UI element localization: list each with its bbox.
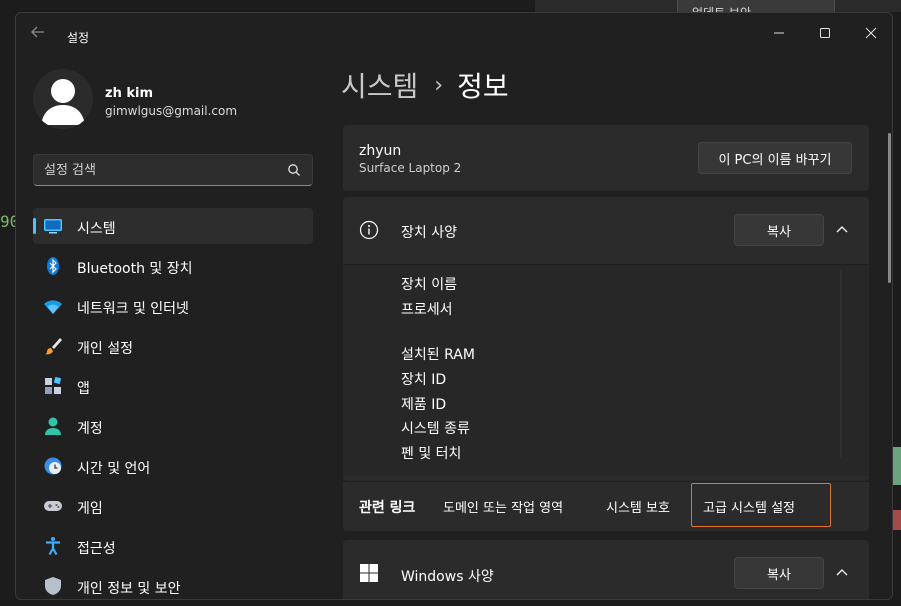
pc-name: zhyun — [359, 143, 402, 159]
search-icon[interactable] — [287, 163, 301, 177]
device-specs-card: 장치 사양 복사 장치 이름 프로세서 설치된 RAM 장치 ID 제품 ID … — [343, 197, 869, 481]
maximize-icon — [820, 28, 830, 38]
sidebar-item-label: 앱 — [77, 381, 90, 397]
windows-logo-icon — [360, 564, 378, 582]
monitor-icon — [44, 219, 62, 234]
sidebar-item-accounts[interactable]: 계정 — [33, 408, 313, 444]
sidebar-item-personalization[interactable]: 개인 설정 — [33, 328, 313, 364]
windows-specs-card[interactable]: Windows 사양 복사 — [343, 540, 869, 599]
link-system-protection[interactable]: 시스템 보호 — [606, 497, 670, 516]
link-advanced-system-settings[interactable]: 고급 시스템 설정 — [703, 497, 795, 516]
maximize-button[interactable] — [802, 19, 848, 47]
profile-name: zh kim — [105, 86, 153, 101]
clock-globe-icon — [44, 457, 62, 475]
bluetooth-icon — [47, 257, 59, 275]
copy-windows-specs-button[interactable]: 복사 — [734, 557, 824, 589]
minimize-button[interactable] — [756, 19, 802, 47]
window-title: 설정 — [67, 31, 90, 45]
main-scrollbar[interactable] — [888, 133, 891, 283]
chevron-up-icon[interactable] — [833, 221, 851, 239]
spec-label-device-name: 장치 이름 — [401, 277, 457, 293]
sidebar-item-label: 네트워크 및 인터넷 — [77, 301, 189, 317]
spec-label-system-type: 시스템 종류 — [401, 421, 470, 437]
copy-device-specs-button[interactable]: 복사 — [734, 214, 824, 246]
person-icon — [45, 417, 61, 435]
sidebar-item-apps[interactable]: 앱 — [33, 368, 313, 404]
sidebar-item-label: 시스템 — [77, 221, 116, 237]
search-box[interactable] — [33, 154, 313, 186]
brush-icon — [45, 338, 62, 355]
breadcrumb-parent[interactable]: 시스템 — [341, 65, 418, 105]
shield-icon — [45, 577, 61, 595]
sidebar-item-gaming[interactable]: 게임 — [33, 488, 313, 524]
back-button[interactable] — [30, 25, 48, 39]
avatar[interactable] — [33, 69, 93, 129]
sidebar-item-privacy[interactable]: 개인 정보 및 보안 — [33, 568, 313, 599]
sidebar-item-label: 접근성 — [77, 541, 116, 557]
profile-email: gimwlgus@gmail.com — [105, 104, 238, 118]
person-silhouette-icon — [41, 79, 85, 125]
pc-name-card: zhyun Surface Laptop 2 이 PC의 이름 바꾸기 — [343, 125, 869, 191]
spec-label-device-id: 장치 ID — [401, 372, 447, 388]
device-specs-title: 장치 사양 — [401, 225, 457, 241]
chevron-up-icon[interactable] — [833, 564, 851, 582]
device-specs-list: 장치 이름 프로세서 설치된 RAM 장치 ID 제품 ID 시스템 종류 펜 … — [343, 264, 869, 476]
sidebar-item-time-language[interactable]: 시간 및 언어 — [33, 448, 313, 484]
spec-label-processor: 프로세서 — [401, 302, 453, 318]
sidebar-item-system[interactable]: 시스템 — [33, 208, 313, 244]
sidebar-item-label: 개인 정보 및 보안 — [77, 581, 181, 597]
apps-icon — [45, 376, 62, 394]
gamepad-icon — [44, 501, 62, 511]
info-icon — [359, 220, 379, 240]
sidebar-item-label: Bluetooth 및 장치 — [77, 261, 193, 277]
page-title: 정보 — [457, 70, 509, 103]
minimize-icon — [774, 32, 784, 34]
related-links-label: 관련 링크 — [359, 500, 416, 516]
spec-scroll-track — [840, 269, 842, 459]
arrow-left-icon — [31, 26, 44, 38]
close-icon — [865, 27, 877, 39]
breadcrumb: 시스템 › 정보 — [341, 65, 509, 105]
background-number: 90 — [0, 212, 15, 231]
related-links-card: 관련 링크 도메인 또는 작업 영역 시스템 보호 고급 시스템 설정 — [343, 481, 869, 531]
spec-label-product-id: 제품 ID — [401, 397, 447, 413]
link-domain-workgroup[interactable]: 도메인 또는 작업 영역 — [443, 497, 563, 516]
accessibility-icon — [46, 537, 60, 556]
search-input[interactable] — [44, 155, 274, 185]
rename-pc-button[interactable]: 이 PC의 이름 바꾸기 — [698, 142, 852, 174]
sidebar-item-accessibility[interactable]: 접근성 — [33, 528, 313, 564]
wifi-icon — [44, 300, 62, 314]
breadcrumb-separator: › — [434, 72, 444, 98]
pc-model: Surface Laptop 2 — [359, 161, 462, 175]
settings-window: 설정 zh kim gimwlgus@gmail.com 시스템 Bluetoo… — [15, 12, 893, 600]
close-button[interactable] — [848, 19, 892, 47]
sidebar-item-label: 개인 설정 — [77, 341, 133, 357]
sidebar-item-bluetooth[interactable]: Bluetooth 및 장치 — [33, 248, 313, 284]
background-fragment-red — [893, 510, 901, 530]
device-specs-header[interactable]: 장치 사양 복사 — [343, 197, 869, 263]
sidebar-item-network[interactable]: 네트워크 및 인터넷 — [33, 288, 313, 324]
selection-indicator — [33, 218, 36, 234]
windows-specs-title: Windows 사양 — [401, 569, 494, 585]
title-bar: 설정 — [16, 13, 892, 49]
spec-label-ram: 설치된 RAM — [401, 347, 475, 363]
background-fragment-green — [893, 447, 901, 485]
sidebar-item-label: 계정 — [77, 421, 103, 437]
sidebar-item-label: 시간 및 언어 — [77, 461, 151, 477]
sidebar-item-label: 게임 — [77, 501, 103, 517]
spec-label-pen-touch: 펜 및 터치 — [401, 446, 462, 462]
